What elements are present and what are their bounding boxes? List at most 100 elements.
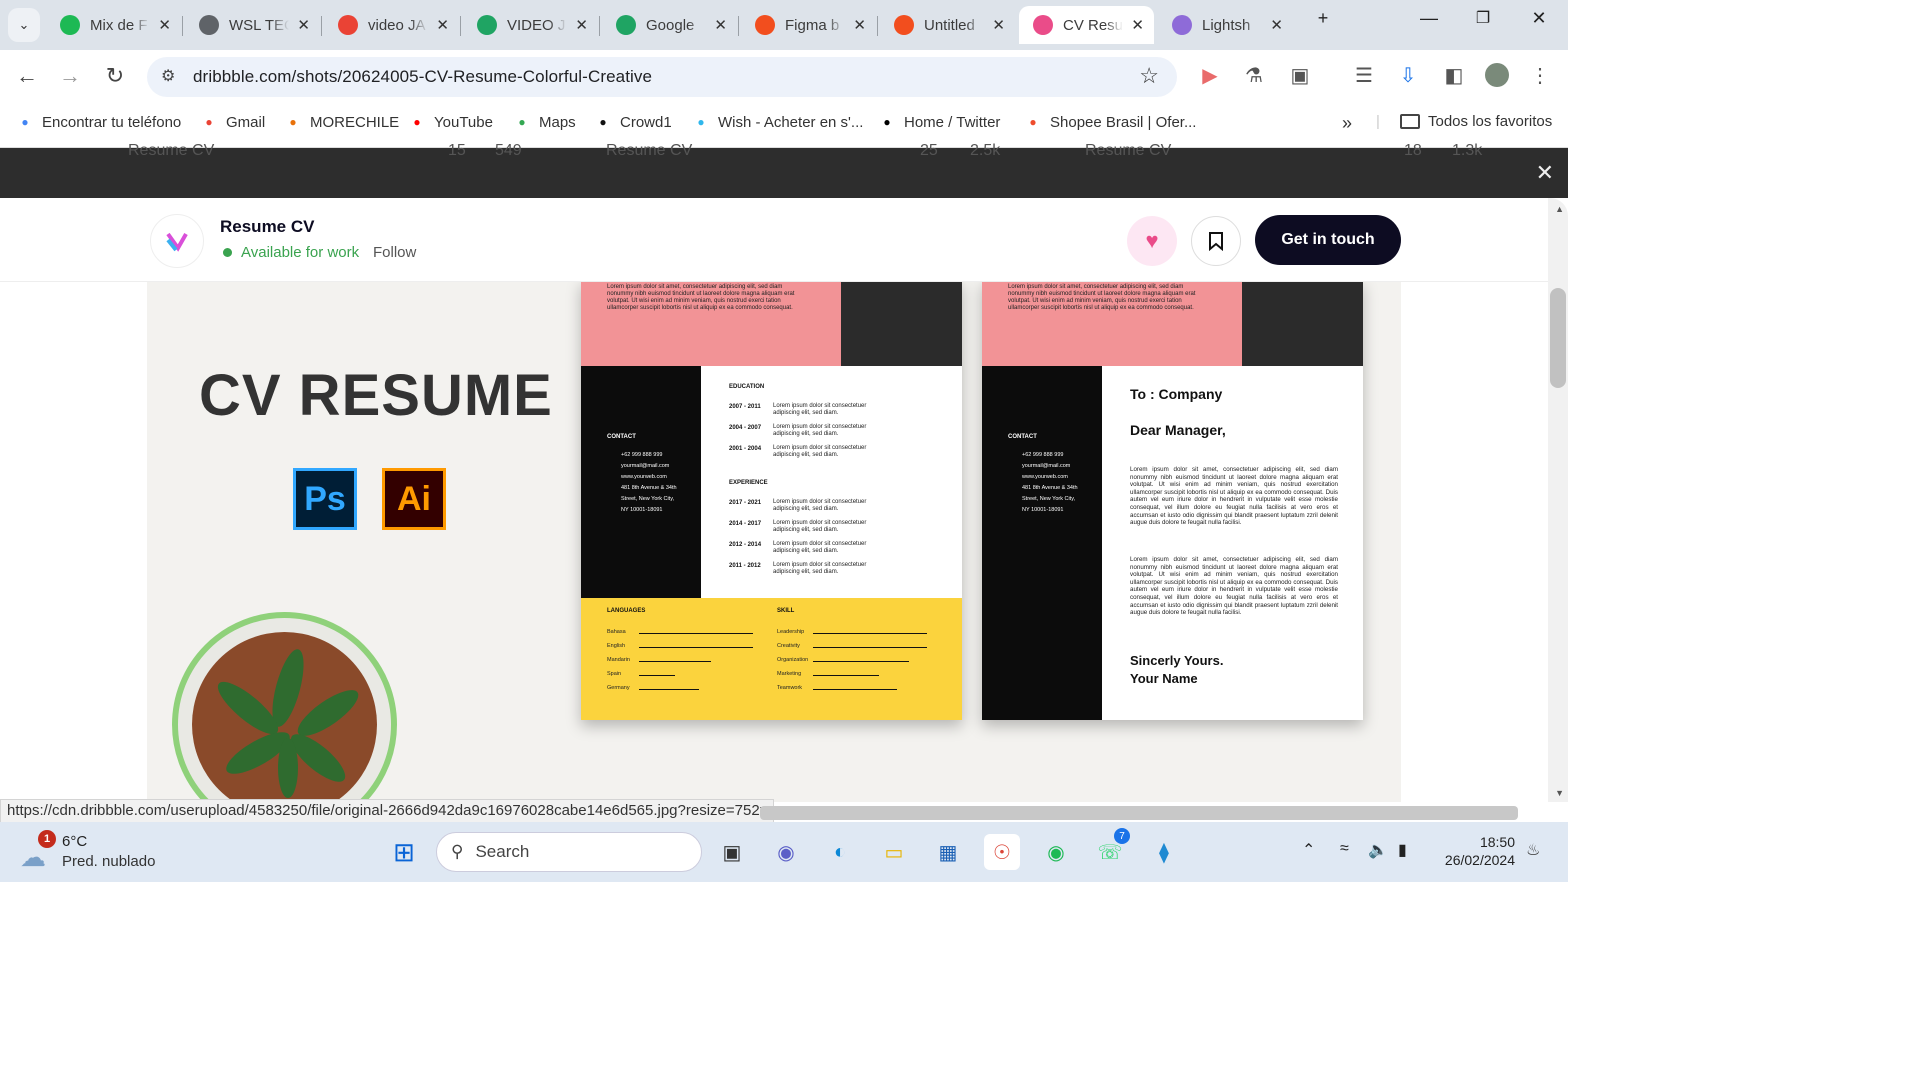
- bookmark-item[interactable]: ● YouTube: [408, 113, 493, 131]
- store-icon[interactable]: ▦: [930, 834, 966, 870]
- tab-label: Mix de F: [90, 16, 148, 34]
- spotify-icon[interactable]: ◉: [1038, 834, 1074, 870]
- bookmark-label: Shopee Brasil | Ofer...: [1050, 113, 1197, 131]
- tab-close-icon[interactable]: ✕: [853, 16, 866, 34]
- extension-icon[interactable]: ▶: [1196, 63, 1224, 88]
- tab-close-icon[interactable]: ✕: [1270, 16, 1283, 34]
- contact-line: www.yourweb.com: [1022, 474, 1068, 480]
- clock-date[interactable]: 26/02/2024: [1435, 852, 1515, 868]
- address-bar[interactable]: ⚙ dribbble.com/shots/20624005-CV-Resume-…: [147, 57, 1177, 97]
- edge-icon[interactable]: ◐: [822, 834, 858, 870]
- tab-label: Figma b: [785, 16, 840, 34]
- follow-button[interactable]: Follow: [373, 244, 416, 261]
- scroll-up-icon[interactable]: ▲: [1555, 204, 1564, 214]
- bookmark-item[interactable]: ● Maps: [513, 113, 575, 131]
- start-button[interactable]: ⊞: [386, 834, 422, 870]
- wish-icon: ●: [697, 115, 705, 129]
- reload-button[interactable]: ↻: [100, 63, 130, 89]
- close-modal-icon[interactable]: ✕: [1536, 160, 1554, 186]
- whatsapp-icon[interactable]: ☏ 7: [1092, 828, 1130, 870]
- tab-strip: ⌄ Mix de F ✕ WSL TEC ✕ video JA ✕ VIDEO J ✕ Goog…: [0, 0, 1568, 50]
- bookmark-item[interactable]: ● Encontrar tu teléfono: [16, 113, 181, 131]
- teams-icon[interactable]: ◉: [768, 834, 804, 870]
- task-view-icon[interactable]: ▣: [714, 834, 750, 870]
- languages-heading: LANGUAGES: [607, 608, 646, 614]
- tab-close-icon[interactable]: ✕: [575, 16, 588, 34]
- tab[interactable]: CV Resu ✕: [1019, 6, 1154, 44]
- chrome-icon[interactable]: ☉: [984, 834, 1020, 870]
- tab[interactable]: WSL TEC ✕: [185, 6, 320, 44]
- modal-backdrop[interactable]: Resume CV 15 549 Resume CV 25 2.5k Resum…: [0, 142, 1568, 198]
- availability-status[interactable]: Available for work: [223, 244, 359, 261]
- tab-close-icon[interactable]: ✕: [1131, 16, 1144, 34]
- tab[interactable]: Lightsh ✕: [1158, 6, 1293, 44]
- minimize-button[interactable]: —: [1406, 8, 1452, 29]
- wifi-icon[interactable]: ≈: [1340, 840, 1349, 858]
- tray-overflow-icon[interactable]: ⌃: [1302, 840, 1315, 860]
- bookmark-item[interactable]: ● Crowd1: [594, 113, 671, 131]
- profile-avatar[interactable]: [1483, 63, 1511, 93]
- tab[interactable]: Mix de F ✕: [46, 6, 181, 44]
- address-url: dribbble.com/shots/20624005-CV-Resume-Co…: [193, 67, 653, 86]
- tab-close-icon[interactable]: ✕: [436, 16, 449, 34]
- new-tab-button[interactable]: +: [1300, 8, 1346, 29]
- tab[interactable]: video JA ✕: [324, 6, 459, 44]
- extension-icon[interactable]: ⚗: [1240, 63, 1268, 88]
- tab-label: WSL TEC: [229, 16, 290, 34]
- media-control-icon[interactable]: ☰: [1350, 63, 1378, 88]
- scroll-down-icon[interactable]: ▼: [1555, 788, 1564, 798]
- availability-label: Available for work: [241, 244, 360, 261]
- bookmark-item[interactable]: ● MORECHILE: [284, 113, 399, 131]
- tab-close-icon[interactable]: ✕: [992, 16, 1005, 34]
- taskbar-search[interactable]: ⚲ Search: [436, 832, 702, 872]
- site-info-icon[interactable]: ⚙: [161, 66, 175, 86]
- tab[interactable]: Google ✕: [602, 6, 737, 44]
- back-button[interactable]: ←: [12, 63, 42, 89]
- tab[interactable]: Untitled ✕: [880, 6, 1015, 44]
- close-window-button[interactable]: ✕: [1516, 8, 1562, 29]
- notification-bell-icon[interactable]: ♨: [1526, 840, 1540, 860]
- forward-button[interactable]: →: [55, 63, 85, 89]
- bookmark-star-icon[interactable]: ☆: [1139, 63, 1159, 89]
- restore-button[interactable]: ❐: [1460, 8, 1506, 28]
- maps-icon: ●: [518, 115, 526, 129]
- get-in-touch-button[interactable]: Get in touch: [1255, 215, 1401, 265]
- vertical-scrollbar[interactable]: ▲ ▼: [1548, 198, 1568, 802]
- skill-name: Teamwork: [777, 685, 803, 691]
- background-shot-title: Resume CV: [128, 142, 215, 159]
- volume-icon[interactable]: 🔈: [1368, 840, 1388, 860]
- scrollbar-thumb[interactable]: [1550, 288, 1566, 388]
- bookmark-label: Wish - Acheter en s'...: [718, 113, 864, 131]
- extensions-puzzle-icon[interactable]: ▣: [1286, 63, 1314, 88]
- bookmarks-overflow-button[interactable]: »: [1342, 113, 1352, 134]
- tab[interactable]: VIDEO J ✕: [463, 6, 598, 44]
- weather-widget[interactable]: ☁ 1 6°C Pred. nublado: [20, 830, 180, 874]
- tab-close-icon[interactable]: ✕: [297, 16, 310, 34]
- clock-time[interactable]: 18:50: [1467, 832, 1515, 852]
- tab-close-icon[interactable]: ✕: [714, 16, 727, 34]
- vscode-icon[interactable]: ⧫: [1146, 834, 1182, 870]
- bookmark-item[interactable]: ● Gmail: [200, 113, 265, 131]
- save-button[interactable]: [1191, 216, 1241, 266]
- menu-kebab-icon[interactable]: ⋮: [1526, 63, 1554, 88]
- bookmark-item[interactable]: ● Home / Twitter: [878, 113, 1000, 131]
- google-icon: ●: [21, 115, 29, 129]
- tab[interactable]: Figma b ✕: [741, 6, 876, 44]
- file-explorer-icon[interactable]: ▭: [876, 834, 912, 870]
- contact-line: www.yourweb.com: [621, 474, 667, 480]
- side-panel-icon[interactable]: ◧: [1440, 63, 1468, 88]
- portrait-photo: [1242, 282, 1363, 366]
- all-bookmarks-button[interactable]: Todos los favoritos: [1400, 113, 1552, 130]
- tab-close-icon[interactable]: ✕: [158, 16, 171, 34]
- bookmark-item[interactable]: ● Wish - Acheter en s'...: [692, 113, 863, 131]
- download-icon[interactable]: ⇩: [1394, 63, 1422, 88]
- status-dot-icon: [223, 248, 232, 257]
- horizontal-scrollbar[interactable]: [760, 806, 1518, 820]
- battery-icon[interactable]: ▮: [1398, 840, 1407, 860]
- like-button[interactable]: ♥: [1127, 216, 1177, 266]
- designer-avatar[interactable]: [150, 214, 204, 268]
- bookmark-item[interactable]: ● Shopee Brasil | Ofer...: [1024, 113, 1196, 131]
- youtube-icon: ●: [413, 115, 421, 129]
- tab-search-button[interactable]: ⌄: [8, 8, 40, 42]
- signoff-line: Sincerly Yours.: [1130, 653, 1224, 668]
